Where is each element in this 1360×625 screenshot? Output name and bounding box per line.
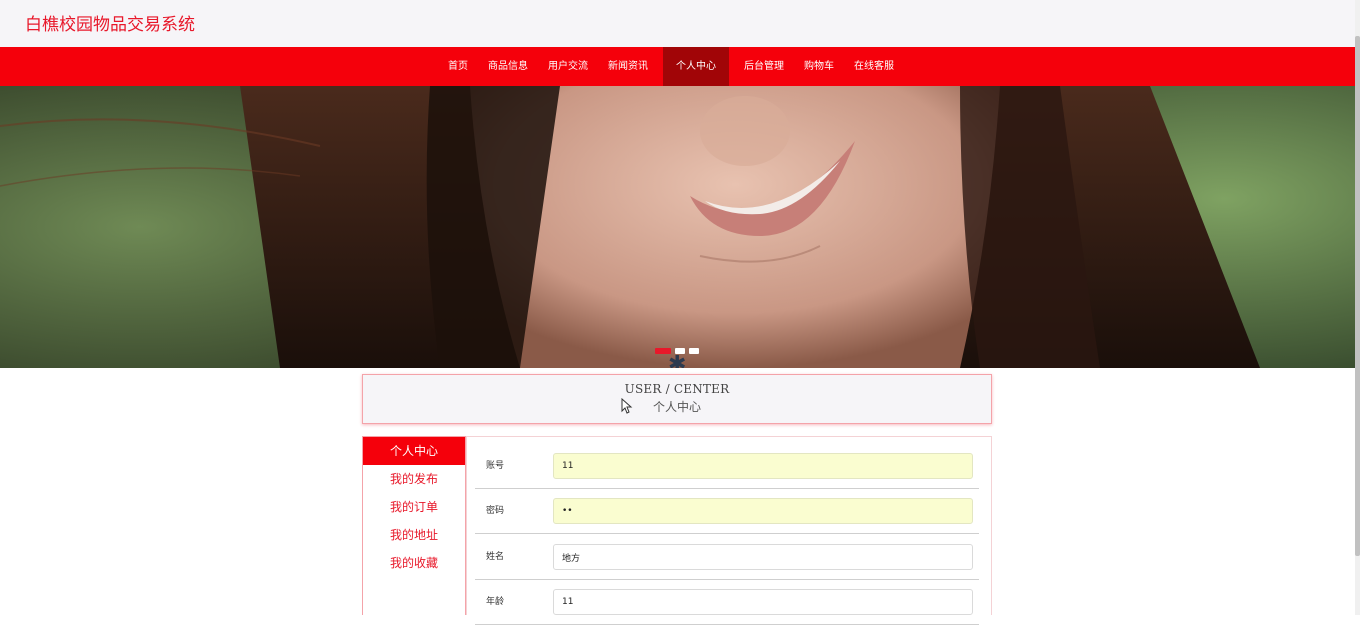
main-nav: 首页 商品信息 用户交流 新闻资讯 个人中心 后台管理 购物车 在线客服 <box>0 47 1355 86</box>
mouse-cursor-icon <box>621 398 633 414</box>
site-title[interactable]: 白樵校园物品交易系统 <box>25 10 195 35</box>
nav-item-support[interactable]: 在线客服 <box>844 47 904 86</box>
loading-spinner-icon: ✱ <box>668 352 687 369</box>
banner-photo <box>0 86 1355 368</box>
name-label: 姓名 <box>486 552 505 562</box>
banner-carousel[interactable]: ✱ <box>0 86 1355 368</box>
account-input[interactable] <box>553 453 973 479</box>
scrollbar-thumb[interactable] <box>1355 36 1360 556</box>
password-label: 密码 <box>486 506 505 516</box>
top-header: 白樵校园物品交易系统 <box>0 0 1355 47</box>
profile-form: 账号 密码 姓名 年龄 <box>466 436 992 625</box>
nav-items: 首页 商品信息 用户交流 新闻资讯 个人中心 后台管理 购物车 在线客服 <box>438 47 904 86</box>
nav-item-products[interactable]: 商品信息 <box>478 47 538 86</box>
form-row-name: 姓名 <box>475 535 979 580</box>
nav-item-user-center[interactable]: 个人中心 <box>663 47 729 86</box>
age-label: 年龄 <box>486 597 505 607</box>
nav-item-cart[interactable]: 购物车 <box>794 47 844 86</box>
name-input[interactable] <box>553 544 973 570</box>
sidebar-item-my-address[interactable]: 我的地址 <box>363 521 465 549</box>
user-sidebar: 个人中心 我的发布 我的订单 我的地址 我的收藏 <box>362 436 466 615</box>
nav-item-home[interactable]: 首页 <box>438 47 478 86</box>
account-label: 账号 <box>486 461 505 471</box>
section-header: USER / CENTER 个人中心 <box>362 374 992 424</box>
age-input[interactable] <box>553 589 973 615</box>
nav-item-admin[interactable]: 后台管理 <box>734 47 794 86</box>
form-row-account: 账号 <box>475 444 979 489</box>
carousel-dot-3[interactable] <box>689 348 699 354</box>
sidebar-item-my-posts[interactable]: 我的发布 <box>363 465 465 493</box>
sidebar-item-my-favorites[interactable]: 我的收藏 <box>363 549 465 577</box>
form-row-age: 年龄 <box>475 580 979 625</box>
section-title-en: USER / CENTER <box>624 382 730 396</box>
section-title-cn: 个人中心 <box>652 400 701 414</box>
sidebar-item-profile[interactable]: 个人中心 <box>363 437 465 465</box>
nav-item-news[interactable]: 新闻资讯 <box>598 47 658 86</box>
page-scrollbar[interactable] <box>1355 0 1360 615</box>
sidebar-item-my-orders[interactable]: 我的订单 <box>363 493 465 521</box>
password-input[interactable] <box>553 498 973 524</box>
form-row-password: 密码 <box>475 489 979 534</box>
nav-item-user-forum[interactable]: 用户交流 <box>538 47 598 86</box>
